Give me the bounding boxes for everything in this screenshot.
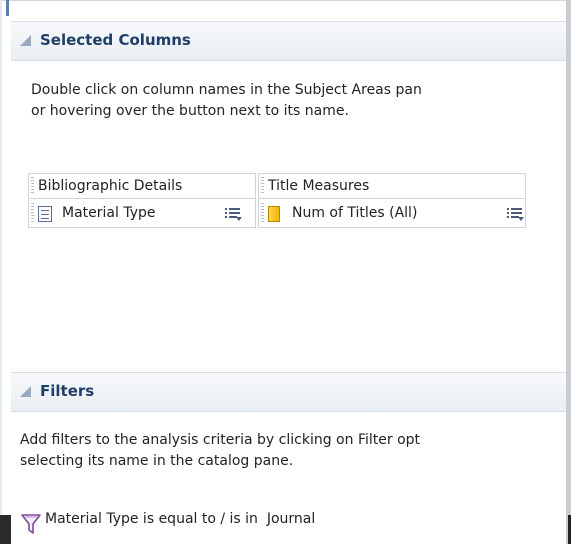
filter-funnel-icon (21, 513, 41, 535)
drag-handle-icon[interactable] (31, 177, 34, 194)
column-group-label: Title Measures (268, 178, 370, 194)
selected-columns-instructions: Double click on column names in the Subj… (31, 80, 571, 122)
measure-column-icon (268, 206, 280, 222)
top-accent (6, 0, 9, 16)
drag-handle-icon[interactable] (261, 177, 264, 194)
pane-left-edge (0, 0, 2, 544)
column-options-menu-icon[interactable] (225, 208, 242, 222)
column-group-title-measures[interactable]: Title Measures (258, 173, 526, 199)
selected-columns-header[interactable]: Selected Columns (11, 21, 566, 61)
filters-header[interactable]: Filters (11, 372, 566, 412)
column-options-menu-icon[interactable] (507, 208, 524, 222)
column-group-bibliographic-details[interactable]: Bibliographic Details (28, 173, 256, 199)
attribute-column-icon (38, 206, 52, 222)
drag-handle-icon[interactable] (261, 203, 264, 222)
instructions-line-1: Double click on column names in the Subj… (31, 82, 422, 98)
filters-instructions: Add filters to the analysis criteria by … (20, 430, 565, 472)
column-group-label: Bibliographic Details (38, 178, 183, 194)
collapse-triangle-icon[interactable] (20, 35, 31, 46)
column-name: Num of Titles (All) (292, 205, 418, 221)
drag-handle-icon[interactable] (31, 203, 34, 222)
top-border (0, 0, 571, 1)
instructions-line-2: selecting its name in the catalog pane. (20, 453, 294, 469)
instructions-line-1: Add filters to the analysis criteria by … (20, 432, 421, 448)
column-material-type[interactable]: Material Type (28, 198, 256, 228)
bottom-left-edge (0, 515, 11, 544)
column-num-of-titles[interactable]: Num of Titles (All) (258, 198, 526, 228)
filters-title: Filters (40, 382, 95, 400)
column-name: Material Type (62, 205, 156, 221)
instructions-line-2: or hovering over the button next to its … (31, 103, 349, 119)
selected-columns-title: Selected Columns (40, 31, 191, 49)
filter-text: Material Type is equal to / is in Journa… (45, 511, 316, 527)
collapse-triangle-icon[interactable] (20, 386, 31, 397)
